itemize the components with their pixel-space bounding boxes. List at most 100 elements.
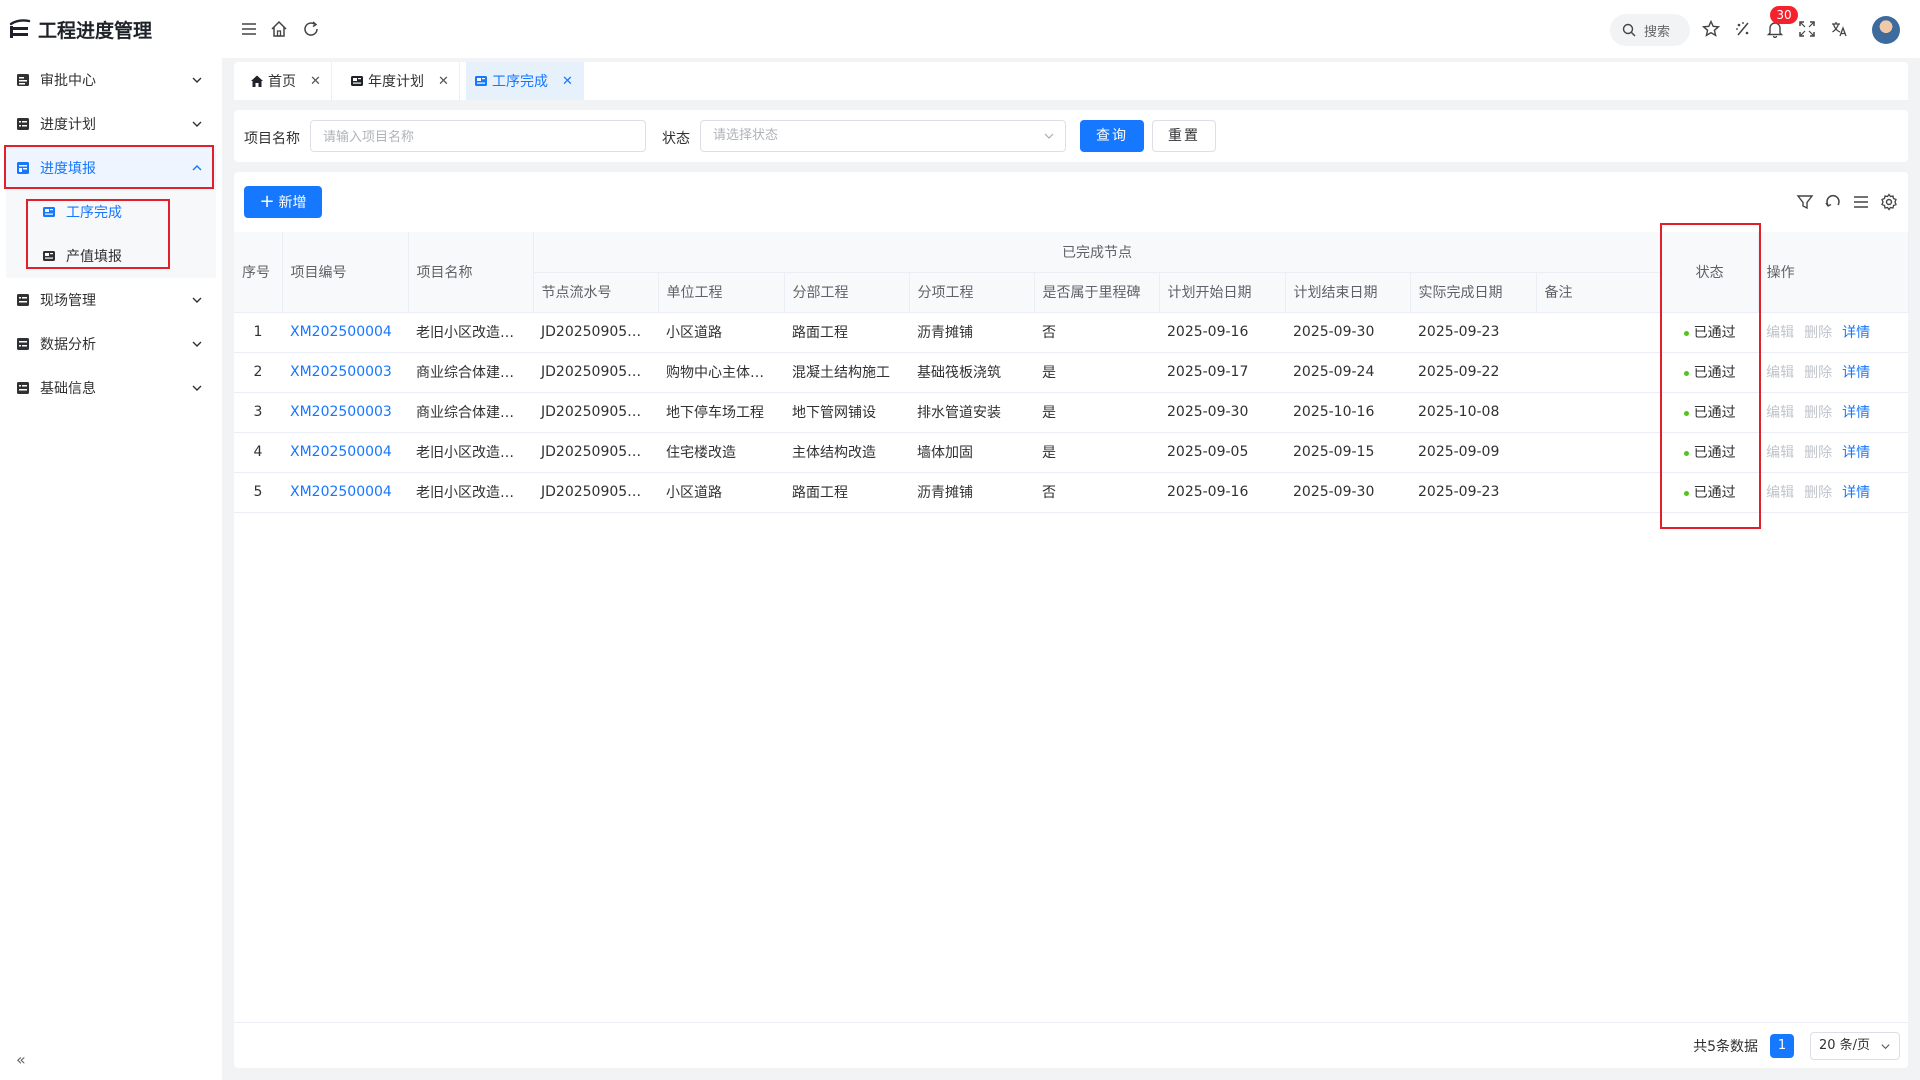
edit-link[interactable]: 编辑 [1766, 365, 1794, 381]
col-header-node-serial: 节点流水号 [533, 272, 659, 313]
col-header-sub-project: 分部工程 [784, 272, 910, 313]
sidebar-subitem-label: 工序完成 [66, 205, 122, 221]
page-size-select[interactable]: 20 条/页 [1810, 1032, 1900, 1060]
refresh-icon[interactable] [1824, 193, 1842, 211]
sidebar-item-site[interactable]: 现场管理 [6, 278, 216, 322]
cell-actual-done: 2025-09-23 [1410, 472, 1536, 513]
cell-ops: 编辑 删除 详情 [1758, 392, 1909, 433]
avatar[interactable] [1872, 16, 1900, 44]
global-search[interactable]: 搜索 [1610, 14, 1690, 46]
plan-icon [17, 118, 29, 130]
cell-project-name: 老旧小区改造工... [408, 432, 533, 473]
tab-home[interactable]: 首页 ✕ [242, 62, 332, 100]
reset-button[interactable]: 重置 [1152, 120, 1216, 152]
project-name-label: 项目名称 [244, 131, 300, 147]
cell-project-code[interactable]: XM202500004 [282, 472, 408, 513]
close-icon[interactable]: ✕ [310, 74, 321, 89]
density-icon[interactable] [1852, 193, 1870, 211]
delete-link[interactable]: 删除 [1804, 485, 1832, 501]
site-icon [17, 294, 29, 306]
cell-node-serial: JD20250905001 [533, 432, 658, 473]
table-row: 2 XM202500003 商业综合体建设... JD20250905006 购物中心主… [234, 352, 1909, 393]
cell-plan-start: 2025-09-30 [1159, 392, 1285, 433]
tab-process-complete[interactable]: 工序完成 ✕ [466, 62, 584, 100]
search-label: 搜索 [1644, 24, 1671, 40]
collapse-sidebar-icon[interactable]: « [16, 1050, 34, 1069]
sidebar-item-plan[interactable]: 进度计划 [6, 102, 216, 146]
fullscreen-icon[interactable] [1798, 20, 1816, 38]
cell-sub-project: 路面工程 [784, 312, 909, 353]
menu-toggle-icon[interactable] [240, 20, 258, 38]
status-select-placeholder: 请选择状态 [713, 128, 779, 143]
cell-actual-done: 2025-09-09 [1410, 432, 1536, 473]
sidebar-item-label: 进度填报 [40, 161, 96, 177]
cell-project-code[interactable]: XM202500003 [282, 352, 408, 393]
delete-link[interactable]: 删除 [1804, 365, 1832, 381]
cell-project-code[interactable]: XM202500004 [282, 432, 408, 473]
theme-icon[interactable] [1734, 20, 1752, 38]
sidebar-item-analysis[interactable]: 数据分析 [6, 322, 216, 366]
sidebar-subitem-output-report[interactable]: 产值填报 [6, 234, 216, 278]
status-select[interactable]: 请选择状态 [700, 120, 1066, 152]
sidebar-item-label: 数据分析 [40, 337, 96, 353]
delete-link[interactable]: 删除 [1804, 445, 1832, 461]
cell-index: 5 [234, 472, 282, 513]
chevron-up-icon [192, 165, 202, 171]
chevron-down-icon [192, 385, 202, 391]
star-icon[interactable] [1702, 20, 1720, 38]
close-icon[interactable]: ✕ [562, 74, 573, 89]
sidebar-item-basic-info[interactable]: 基础信息 [6, 366, 216, 410]
status-text: 已通过 [1693, 445, 1736, 461]
col-header-unit-project: 单位工程 [658, 272, 785, 313]
refresh-icon[interactable] [302, 20, 320, 38]
table-body: 1 XM202500004 老旧小区改造工... JD20250905002 小区道路路… [234, 312, 1909, 513]
add-button[interactable]: + 新增 [244, 186, 322, 218]
delete-link[interactable]: 删除 [1804, 405, 1832, 421]
translate-icon[interactable] [1830, 20, 1848, 38]
cell-remark [1536, 392, 1662, 433]
cell-project-code[interactable]: XM202500004 [282, 312, 408, 353]
cell-unit-project: 小区道路 [658, 312, 784, 353]
sidebar-item-progress-report[interactable]: 进度填报 [6, 146, 216, 190]
cell-status: 已通过 [1661, 312, 1759, 353]
cell-ops: 编辑 删除 详情 [1758, 312, 1909, 353]
table-row: 4 XM202500004 老旧小区改造工... JD20250905001 住宅楼改造… [234, 432, 1909, 473]
gear-icon[interactable] [1880, 193, 1898, 211]
pagination-total: 共5条数据 [1693, 1039, 1758, 1055]
tab-label: 首页 [268, 74, 296, 90]
project-name-input[interactable] [310, 120, 646, 152]
cell-sub-project: 主体结构改造 [784, 432, 909, 473]
cell-project-name: 老旧小区改造工... [408, 472, 533, 513]
detail-link[interactable]: 详情 [1842, 485, 1870, 501]
col-header-actual-done: 实际完成日期 [1410, 272, 1537, 313]
cell-ops: 编辑 删除 详情 [1758, 432, 1909, 473]
query-button[interactable]: 查询 [1080, 120, 1144, 152]
edit-link[interactable]: 编辑 [1766, 325, 1794, 341]
tab-annual-plan[interactable]: 年度计划 ✕ [342, 62, 460, 100]
edit-link[interactable]: 编辑 [1766, 485, 1794, 501]
pagination: 共5条数据 1 20 条/页 [1693, 1032, 1900, 1060]
app-title: 工程进度管理 [38, 19, 153, 42]
cell-unit-project: 购物中心主体建... [658, 352, 784, 393]
edit-link[interactable]: 编辑 [1766, 445, 1794, 461]
col-header-project-code: 项目编号 [282, 232, 409, 313]
detail-link[interactable]: 详情 [1842, 405, 1870, 421]
page-button[interactable]: 1 [1770, 1034, 1794, 1058]
cell-item-project: 基础筏板浇筑 [909, 352, 1034, 393]
sidebar-item-approval[interactable]: 审批中心 [6, 58, 216, 102]
delete-link[interactable]: 删除 [1804, 325, 1832, 341]
cell-index: 4 [234, 432, 282, 473]
cell-status: 已通过 [1661, 432, 1759, 473]
home-icon[interactable] [270, 20, 288, 38]
detail-link[interactable]: 详情 [1842, 325, 1870, 341]
cell-ops: 编辑 删除 详情 [1758, 352, 1909, 393]
cell-project-code[interactable]: XM202500003 [282, 392, 408, 433]
status-text: 已通过 [1693, 325, 1736, 341]
sidebar-subitem-process-complete[interactable]: 工序完成 [6, 190, 216, 234]
close-icon[interactable]: ✕ [438, 74, 449, 89]
detail-link[interactable]: 详情 [1842, 365, 1870, 381]
sidebar-menu: 审批中心 进度计划 进度填报 工序完成 产值填报 现场管理 数据分析 基础信息 [0, 58, 222, 410]
filter-icon[interactable] [1796, 193, 1814, 211]
detail-link[interactable]: 详情 [1842, 445, 1870, 461]
edit-link[interactable]: 编辑 [1766, 405, 1794, 421]
